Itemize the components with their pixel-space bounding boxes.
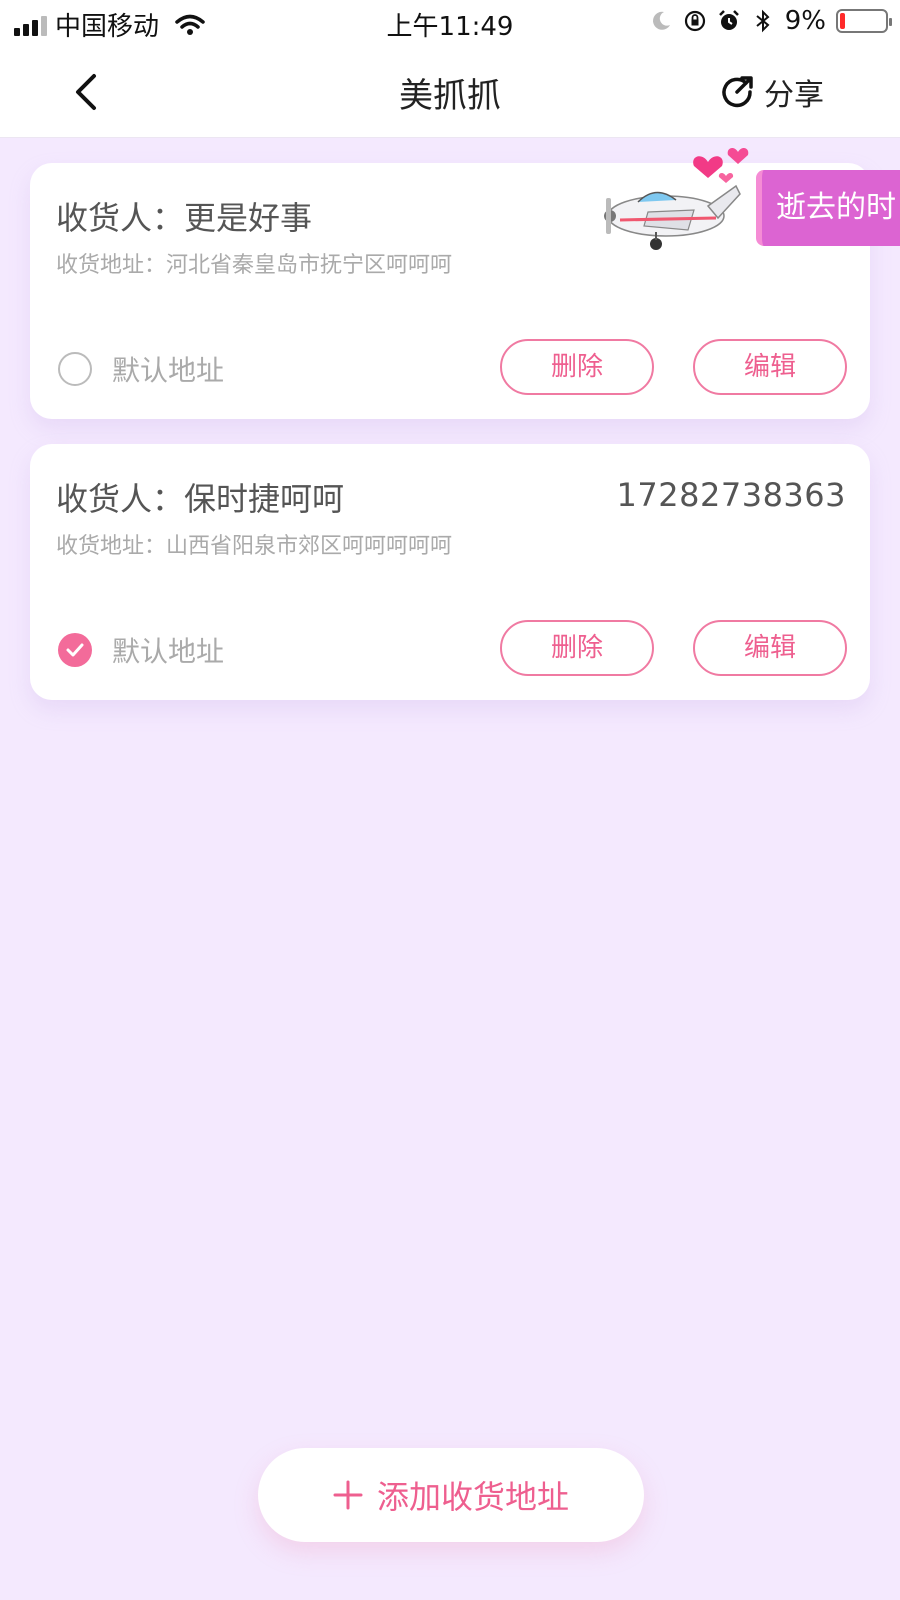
radio-unchecked-icon[interactable]: [58, 352, 92, 386]
edit-button[interactable]: 编辑: [693, 620, 847, 676]
add-address-button[interactable]: 添加收货地址: [258, 1448, 644, 1542]
bluetooth-icon: [756, 9, 770, 33]
address-card: 收货人：保时捷呵呵 17282738363 收货地址：山西省阳泉市郊区呵呵呵呵呵…: [30, 444, 870, 700]
share-icon: [722, 76, 753, 108]
default-address-label: 默认地址: [112, 635, 225, 668]
floating-banner[interactable]: 逝去的时: [756, 170, 900, 246]
recipient-address: 收货地址：山西省阳泉市郊区呵呵呵呵呵: [56, 534, 453, 559]
battery-icon: [836, 9, 892, 33]
edit-button[interactable]: 编辑: [693, 339, 847, 395]
delete-button[interactable]: 删除: [500, 620, 654, 676]
plus-icon: [333, 1480, 363, 1510]
airplane-hearts-icon: [604, 148, 749, 250]
share-label: 分享: [764, 78, 824, 113]
checkmark-icon: [66, 643, 84, 657]
recipient-name: 收货人：保时捷呵呵: [56, 480, 345, 518]
recipient-name: 收货人：更是好事: [56, 199, 313, 237]
status-bar: 中国移动 上午11:49 9%: [0, 0, 900, 46]
alarm-icon: [718, 10, 739, 30]
rotation-lock-icon: [684, 10, 705, 32]
add-address-label: 添加收货地址: [376, 1478, 569, 1516]
delete-button[interactable]: 删除: [500, 339, 654, 395]
battery-percent: 9%: [784, 6, 826, 36]
share-button[interactable]: 分享: [718, 70, 824, 114]
default-address-label: 默认地址: [112, 354, 225, 387]
moon-icon: [652, 11, 670, 30]
recipient-phone: 17282738363: [616, 476, 846, 514]
status-right: 9%: [649, 6, 892, 36]
recipient-address: 收货地址：河北省秦皇岛市抚宁区呵呵呵: [56, 253, 453, 278]
default-address-toggle[interactable]: 默认地址: [58, 349, 224, 389]
default-address-toggle[interactable]: 默认地址: [58, 630, 224, 670]
radio-checked-icon[interactable]: [58, 633, 92, 667]
nav-bar: 美抓抓 分享: [0, 46, 900, 138]
